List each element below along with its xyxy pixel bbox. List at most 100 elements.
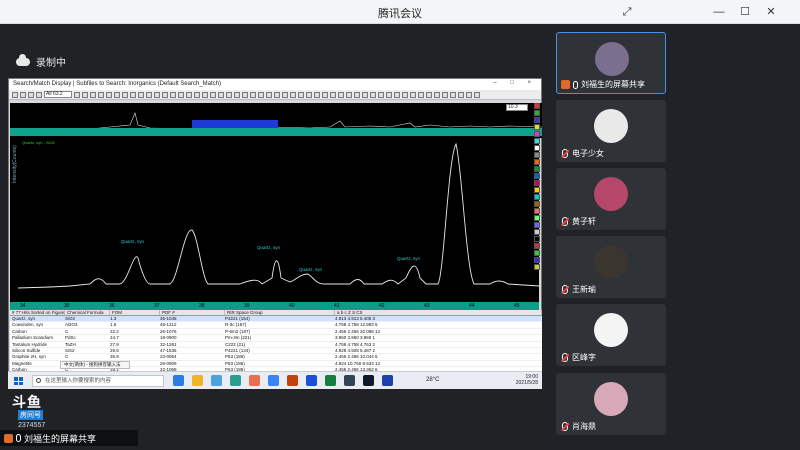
recording-indicator[interactable]: 录制中: [16, 53, 66, 69]
palette-swatch[interactable]: [534, 215, 540, 221]
toolbar-button[interactable]: [210, 91, 216, 98]
participant-tile[interactable]: 电子少女: [556, 100, 666, 162]
toolbar-select[interactable]: All 63.2: [44, 91, 72, 98]
toolbar-button[interactable]: [386, 91, 392, 98]
toolbar-button[interactable]: [178, 91, 184, 98]
toolbar-button[interactable]: [282, 91, 288, 98]
toolbar-button[interactable]: [218, 91, 224, 98]
toolbar-button[interactable]: [154, 91, 160, 98]
palette-swatch[interactable]: [534, 138, 540, 144]
palette-swatch[interactable]: [534, 243, 540, 249]
participant-tile[interactable]: 刘福生的屏幕共享: [556, 32, 666, 94]
participant-tile[interactable]: 王新瑜: [556, 236, 666, 298]
palette-swatch[interactable]: [534, 166, 540, 172]
palette-swatch[interactable]: [534, 236, 540, 242]
palette-swatch[interactable]: [534, 222, 540, 228]
toolbar-button[interactable]: [466, 91, 472, 98]
participant-tile[interactable]: 肖海鼎: [556, 373, 666, 435]
taskbar-search[interactable]: 在这里输入你要搜索的内容: [32, 375, 164, 387]
app-icon[interactable]: [363, 375, 374, 386]
excel-icon[interactable]: [325, 375, 336, 386]
pin-icon[interactable]: ⤢: [618, 3, 636, 21]
folder-icon[interactable]: [192, 375, 203, 386]
toolbar-button[interactable]: [90, 91, 96, 98]
palette-swatch[interactable]: [534, 229, 540, 235]
column-header[interactable]: FOM: [110, 310, 160, 315]
toolbar-button[interactable]: [194, 91, 200, 98]
toolbar-button[interactable]: [442, 91, 448, 98]
palette-swatch[interactable]: [534, 131, 540, 137]
toolbar-button[interactable]: [338, 91, 344, 98]
column-header[interactable]: RIR Space Group: [225, 310, 335, 315]
toolbar-button[interactable]: [474, 91, 480, 98]
participant-tile[interactable]: 区峰字: [556, 304, 666, 366]
toolbar-button[interactable]: [314, 91, 320, 98]
toolbar-button[interactable]: [394, 91, 400, 98]
toolbar-button[interactable]: [322, 91, 328, 98]
app-icon[interactable]: [344, 375, 355, 386]
toolbar-button[interactable]: [114, 91, 120, 98]
toolbar-button[interactable]: [122, 91, 128, 98]
toolbar-button[interactable]: [258, 91, 264, 98]
maximize-button[interactable]: ☐: [736, 3, 754, 21]
toolbar-button[interactable]: [434, 91, 440, 98]
toolbar-button[interactable]: [266, 91, 272, 98]
app-icon[interactable]: [382, 375, 393, 386]
browser-icon[interactable]: [230, 375, 241, 386]
toolbar-button[interactable]: [162, 91, 168, 98]
overview-strip[interactable]: 10.3: [10, 103, 543, 138]
palette-swatch[interactable]: [534, 250, 540, 256]
app-icon[interactable]: [211, 375, 222, 386]
toolbar-button[interactable]: [234, 91, 240, 98]
close-button[interactable]: ✕: [762, 3, 780, 21]
toolbar-button[interactable]: [170, 91, 176, 98]
toolbar-button[interactable]: [450, 91, 456, 98]
color-palette[interactable]: [534, 103, 540, 303]
palette-swatch[interactable]: [534, 117, 540, 123]
participant-tile[interactable]: 黄子轩: [556, 168, 666, 230]
palette-swatch[interactable]: [534, 264, 540, 270]
shared-screen[interactable]: Search/Match Display | Subfiles to Searc…: [8, 78, 543, 389]
powerpoint-icon[interactable]: [287, 375, 298, 386]
toolbar-button[interactable]: [12, 91, 18, 98]
palette-swatch[interactable]: [534, 159, 540, 165]
system-clock[interactable]: 19:00 2021/5/28: [516, 374, 538, 386]
hit-list-table[interactable]: # 77 Hits Sorted on Figure-Of-M Chemical…: [10, 310, 542, 380]
toolbar-button[interactable]: [186, 91, 192, 98]
toolbar-button[interactable]: [306, 91, 312, 98]
minimize-button[interactable]: —: [710, 3, 728, 21]
palette-swatch[interactable]: [534, 257, 540, 263]
toolbar-button[interactable]: [106, 91, 112, 98]
app-icon[interactable]: [268, 375, 279, 386]
toolbar-button[interactable]: [202, 91, 208, 98]
toolbar-button[interactable]: [330, 91, 336, 98]
toolbar-button[interactable]: [130, 91, 136, 98]
column-header[interactable]: Chemical Formula: [65, 310, 110, 315]
weather[interactable]: 28°C: [426, 377, 439, 383]
app-window-buttons[interactable]: – □ ×: [493, 80, 537, 87]
toolbar-button[interactable]: [354, 91, 360, 98]
zoom-input[interactable]: 10.3: [506, 104, 528, 111]
toolbar-button[interactable]: [28, 91, 34, 98]
toolbar-button[interactable]: [138, 91, 144, 98]
toolbar-button[interactable]: [402, 91, 408, 98]
palette-swatch[interactable]: [534, 124, 540, 130]
toolbar-button[interactable]: [370, 91, 376, 98]
palette-swatch[interactable]: [534, 187, 540, 193]
palette-swatch[interactable]: [534, 145, 540, 151]
toolbar-button[interactable]: [426, 91, 432, 98]
toolbar-button[interactable]: [74, 91, 80, 98]
palette-swatch[interactable]: [534, 152, 540, 158]
app-icon[interactable]: [173, 375, 184, 386]
palette-swatch[interactable]: [534, 201, 540, 207]
palette-swatch[interactable]: [534, 110, 540, 116]
toolbar-button[interactable]: [98, 91, 104, 98]
column-header[interactable]: # 77 Hits Sorted on Figure-Of-M: [10, 310, 65, 315]
column-header[interactable]: PDF #: [160, 310, 225, 315]
toolbar-button[interactable]: [274, 91, 280, 98]
ime-bar[interactable]: 中文(简体) - 搜狗拼音输入法: [60, 361, 130, 369]
toolbar-button[interactable]: [146, 91, 152, 98]
palette-swatch[interactable]: [534, 208, 540, 214]
toolbar-button[interactable]: [250, 91, 256, 98]
toolbar-button[interactable]: [20, 91, 26, 98]
